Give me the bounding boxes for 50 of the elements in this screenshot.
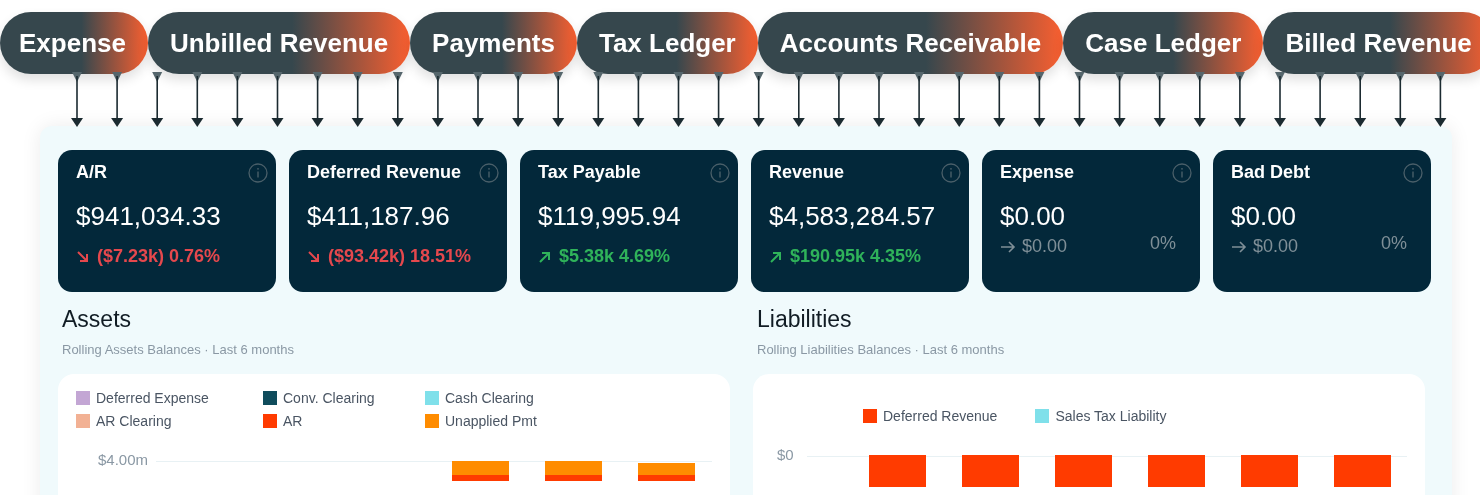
- legend-label: AR: [283, 413, 303, 429]
- info-icon[interactable]: [941, 162, 961, 183]
- legend-label: Unapplied Pmt: [445, 413, 537, 429]
- info-icon[interactable]: [1172, 162, 1192, 183]
- arrow-up-right-icon: [769, 249, 783, 264]
- card-title: Deferred Revenue: [307, 162, 462, 183]
- axis-tick-label: $0: [777, 446, 794, 463]
- info-icon[interactable]: [1403, 162, 1423, 183]
- arrow-down-right-icon: [76, 249, 90, 264]
- axis-tick-label: $4.00m: [98, 451, 149, 468]
- arrow-up-right-icon: [538, 249, 552, 264]
- section-subtitle: Rolling Liabilities Balances · Last 6 months: [757, 342, 1006, 357]
- info-icon[interactable]: [710, 162, 730, 183]
- arrow-right-icon: [1000, 239, 1016, 254]
- card-title: A/R: [76, 162, 107, 183]
- legend-label: Conv. Clearing: [283, 390, 375, 406]
- card-value: $4,583,284.57: [769, 201, 937, 232]
- section-subtitle: Rolling Assets Balances · Last 6 months: [62, 342, 295, 357]
- card-title: Tax Payable: [538, 162, 641, 183]
- change-text: ($7.23k) 0.76%: [97, 246, 221, 267]
- legend-label: Cash Clearing: [445, 390, 534, 406]
- info-icon[interactable]: [248, 162, 268, 183]
- topic-pill: Unbilled Revenue: [147, 12, 411, 74]
- card-value: $0.00: [1000, 201, 1067, 232]
- card-title: Revenue: [769, 162, 845, 183]
- legend-label: AR Clearing: [96, 413, 172, 429]
- percent-text: 0%: [1381, 233, 1407, 254]
- card-title: Expense: [1000, 162, 1075, 183]
- change-text: $190.95k 4.35%: [790, 246, 922, 267]
- section-title: Assets: [62, 306, 133, 333]
- topic-pill: Accounts Receivable: [757, 12, 1064, 74]
- card-value: $411,187.96: [307, 201, 451, 232]
- section-title: Liabilities: [757, 306, 853, 333]
- card-value: $119,995.94: [538, 201, 682, 232]
- change-text: ($93.42k) 18.51%: [328, 246, 472, 267]
- arrow-down-right-icon: [307, 249, 321, 264]
- card-value: $0.00: [1231, 201, 1298, 232]
- legend-label: Deferred Revenue: [883, 408, 998, 424]
- topic-pill: Billed Revenue: [1263, 12, 1480, 74]
- legend-label: Deferred Expense: [96, 390, 209, 406]
- change-text: $5.38k 4.69%: [559, 246, 671, 267]
- card-title: Bad Debt: [1231, 162, 1310, 183]
- topic-pill: Case Ledger: [1063, 12, 1264, 74]
- card-value: $941,034.33: [76, 201, 222, 232]
- info-icon[interactable]: [479, 162, 499, 183]
- change-text: $0.00: [1022, 236, 1068, 257]
- legend-label: Sales Tax Liability: [1055, 408, 1167, 424]
- percent-text: 0%: [1150, 233, 1176, 254]
- change-text: $0.00: [1253, 236, 1299, 257]
- arrow-right-icon: [1231, 239, 1247, 254]
